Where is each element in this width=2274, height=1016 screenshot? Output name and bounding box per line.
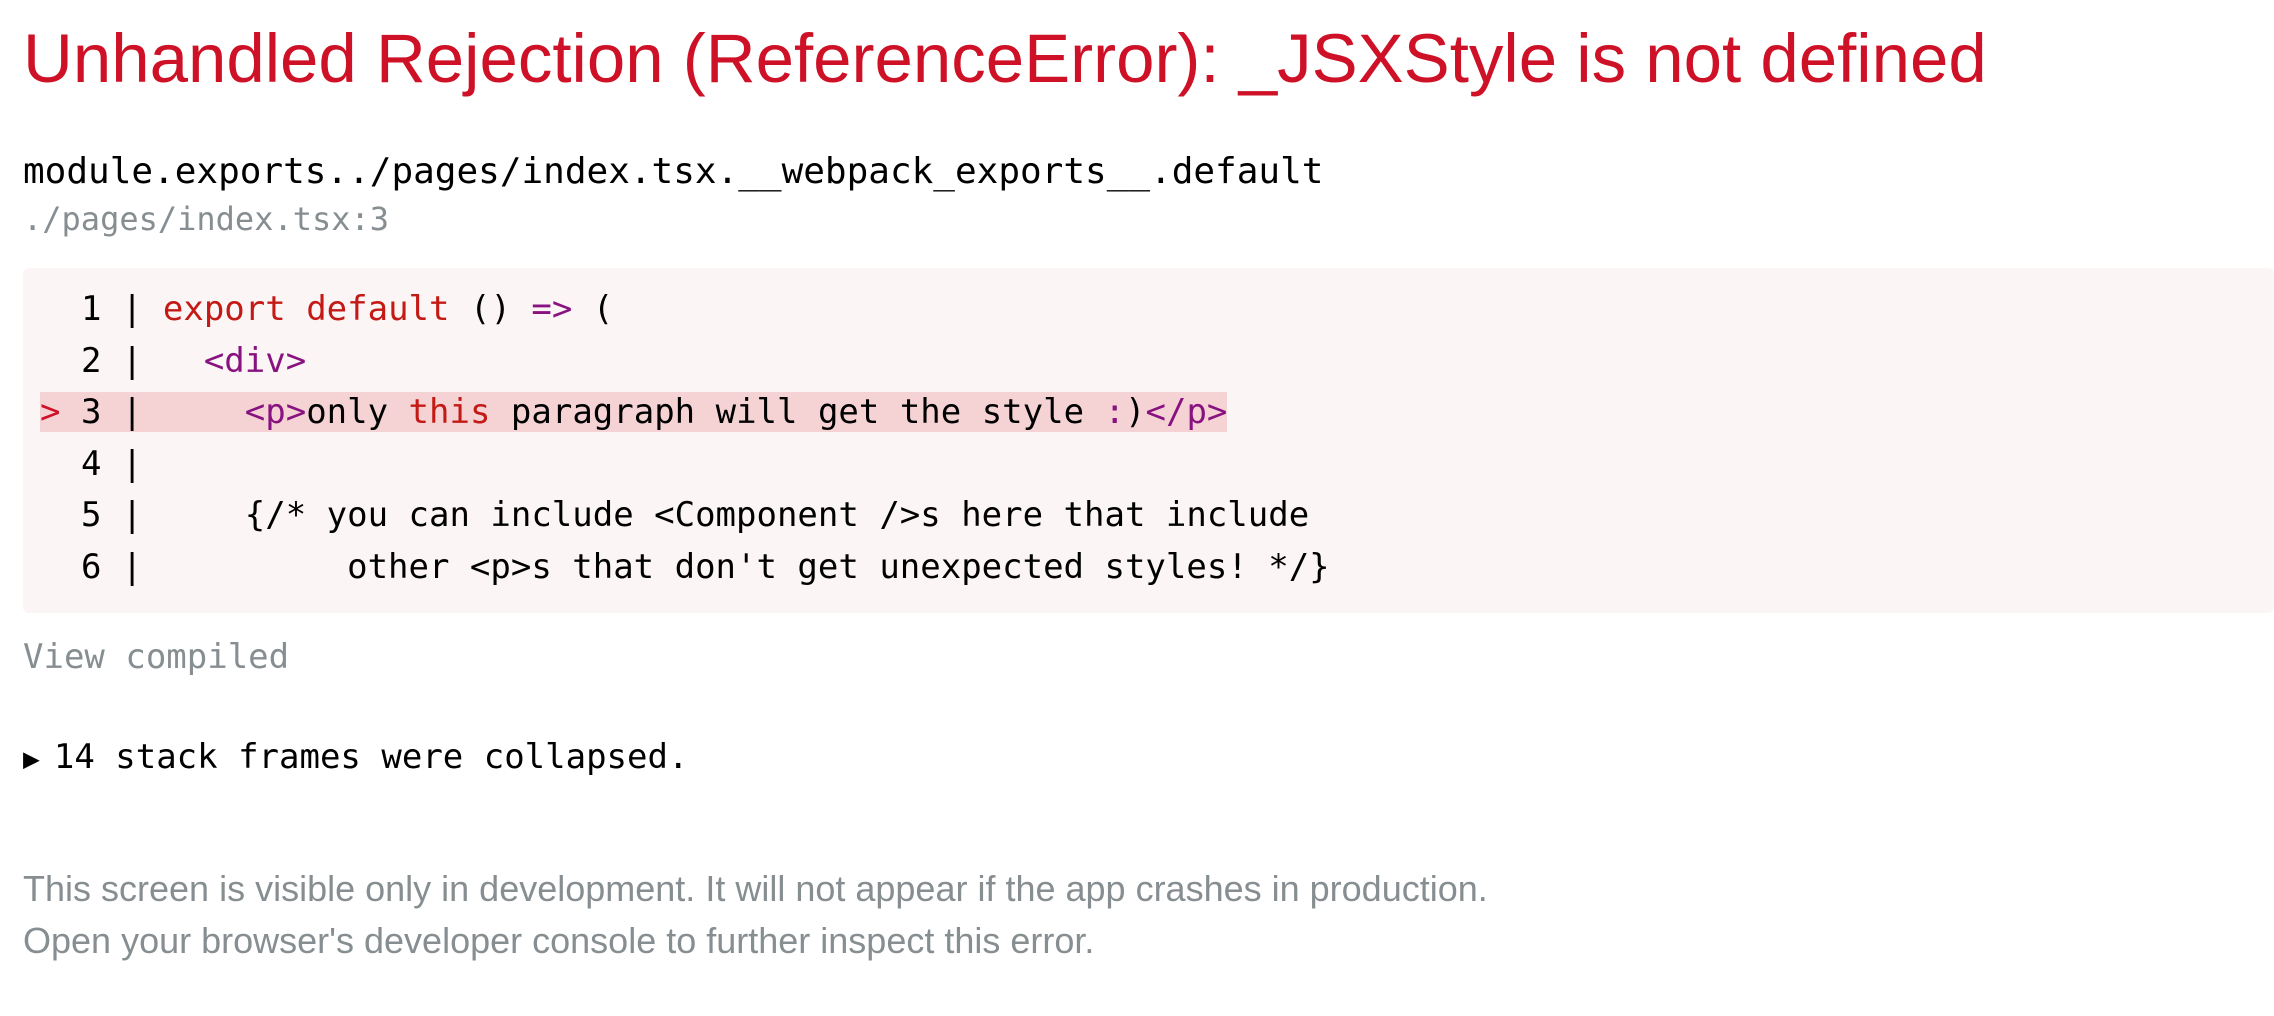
expand-triangle-icon: ▶ bbox=[23, 742, 40, 775]
code-tag: <div> bbox=[203, 340, 307, 381]
line-number: 1 bbox=[80, 289, 102, 329]
line-marker bbox=[40, 444, 60, 484]
line-separator: | bbox=[101, 289, 163, 329]
dev-notice: This screen is visible only in developme… bbox=[23, 863, 2274, 967]
line-marker bbox=[40, 547, 60, 587]
code-paren: ) bbox=[1125, 392, 1146, 432]
line-separator: | bbox=[101, 340, 163, 381]
code-keyword: this bbox=[408, 392, 491, 432]
line-number: 3 bbox=[80, 392, 102, 432]
code-line-6: 6 | other <p>s that don't get unexpected… bbox=[40, 542, 2274, 594]
code-keyword: default bbox=[306, 289, 450, 329]
code-arrow: => bbox=[531, 289, 573, 329]
line-separator: | bbox=[101, 546, 163, 587]
line-number: 5 bbox=[80, 495, 102, 535]
line-separator: | bbox=[101, 443, 143, 484]
code-line-5: 5 | {/* you can include <Component />s h… bbox=[40, 490, 2274, 542]
code-tag: <p> bbox=[244, 392, 307, 432]
code-line-2: 2 | <div> bbox=[40, 336, 2274, 388]
line-marker bbox=[40, 341, 60, 381]
code-paren: () bbox=[469, 289, 511, 329]
line-separator: | bbox=[101, 392, 163, 432]
line-marker: > bbox=[40, 392, 61, 432]
line-marker bbox=[40, 289, 60, 329]
code-tag: </p> bbox=[1145, 392, 1228, 432]
code-line-3-highlighted: > 3 | <p>only this paragraph will get th… bbox=[40, 387, 2274, 439]
dev-notice-line-2: Open your browser's developer console to… bbox=[23, 920, 1095, 961]
error-title: Unhandled Rejection (ReferenceError): _J… bbox=[23, 20, 1987, 97]
code-colon: : bbox=[1104, 392, 1126, 432]
code-text: paragraph will get the style bbox=[490, 392, 1105, 432]
line-separator: | bbox=[101, 495, 163, 535]
code-comment: other <p>s that don't get unexpected sty… bbox=[162, 546, 1330, 587]
code-paren: ( bbox=[592, 289, 614, 329]
error-overlay: Unhandled Rejection (ReferenceError): _J… bbox=[0, 0, 2274, 1016]
stack-frame-location[interactable]: ./pages/index.tsx:3 bbox=[23, 196, 2274, 242]
collapsed-frames-label: 14 stack frames were collapsed. bbox=[53, 737, 689, 777]
line-number: 2 bbox=[80, 340, 102, 381]
dev-notice-line-1: This screen is visible only in developme… bbox=[23, 868, 1488, 909]
code-comment: {/* you can include <Component />s here … bbox=[162, 495, 1310, 535]
collapsed-frames-toggle[interactable]: ▶ 14 stack frames were collapsed. bbox=[23, 733, 2274, 783]
stack-frame-function: module.exports../pages/index.tsx.__webpa… bbox=[23, 151, 1324, 192]
line-number: 6 bbox=[80, 546, 102, 587]
line-marker bbox=[40, 495, 60, 535]
code-keyword: export bbox=[162, 289, 286, 329]
code-line-1: 1 | export default () => ( bbox=[40, 284, 2274, 336]
line-number: 4 bbox=[80, 443, 102, 484]
view-compiled-link[interactable]: View compiled bbox=[23, 633, 2274, 681]
code-snippet: 1 | export default () => ( 2 | <div> > 3… bbox=[23, 268, 2274, 613]
highlighted-line: > 3 | <p>only this paragraph will get th… bbox=[40, 392, 1228, 432]
code-text: only bbox=[306, 392, 409, 432]
code-line-4: 4 | bbox=[40, 439, 2274, 491]
